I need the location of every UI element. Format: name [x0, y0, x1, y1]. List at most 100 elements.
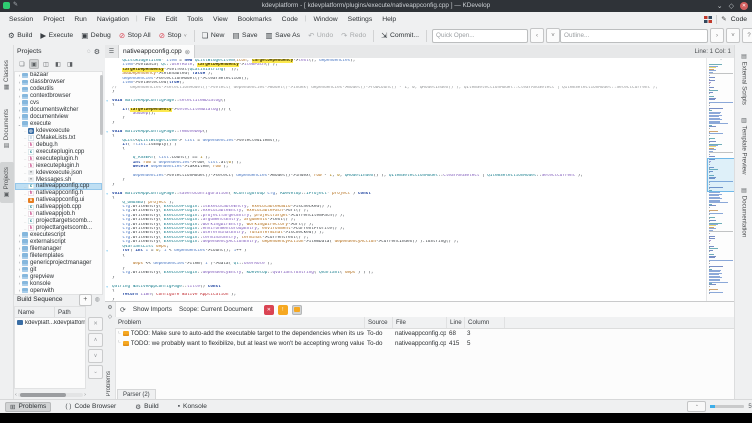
outline-input[interactable] — [560, 28, 708, 43]
filter-left-icon[interactable]: ◧ — [53, 59, 63, 69]
outline-next-button[interactable]: › — [710, 28, 724, 43]
tree-item-executeplugin-cpp[interactable]: ‒ c executeplugin.cpp — [15, 148, 102, 155]
menu-edit[interactable]: Edit — [160, 16, 182, 23]
problem-row[interactable]: └ TODO: Make sure to auto-add the executa… — [115, 329, 735, 339]
tree-item-debug-h[interactable]: ‒ h debug.h — [15, 141, 102, 148]
tree-item-executeplugin-h[interactable]: ‒ h executeplugin.h — [15, 155, 102, 162]
panel-settings-icon[interactable]: ⚙ — [94, 48, 100, 56]
locate-current-document-icon[interactable]: ▣ — [29, 59, 39, 69]
minimize-button[interactable]: ⌄ — [717, 2, 723, 10]
tree-item-filetemplates[interactable]: › filetemplates — [15, 252, 102, 259]
toolbar-button-new[interactable]: ❏ New — [198, 30, 229, 42]
tree-item-contextbrowser[interactable]: › contextbrowser — [15, 93, 102, 100]
code-editor[interactable]: QListWidgetItem* item = new QListWidgetI… — [105, 58, 735, 302]
toolbar-button-redo[interactable]: ↷ Redo — [337, 30, 370, 42]
whats-this-help-button[interactable]: ? — [742, 28, 752, 43]
menu-view[interactable]: View — [208, 16, 233, 23]
menu-file[interactable]: File — [140, 16, 161, 23]
column-column[interactable]: Column — [464, 317, 504, 328]
scrollbar-thumb[interactable] — [19, 393, 66, 397]
problem-row[interactable]: └ TODO: we probably want to flexibilize, … — [115, 339, 735, 349]
filter-right-icon[interactable]: ◨ — [65, 59, 75, 69]
tree-item-bazaar[interactable]: › bazaar — [15, 72, 102, 79]
menu-bookmarks[interactable]: Bookmarks — [233, 16, 277, 23]
tree-item-nativeappconfig-ui[interactable]: ‒ u nativeappconfig.ui — [15, 197, 102, 204]
document-list-icon[interactable]: ☰ — [105, 48, 118, 55]
tree-item-grepview[interactable]: › grepview — [15, 273, 102, 280]
menu-help[interactable]: Help — [377, 16, 401, 23]
build-sequence-hscrollbar[interactable]: ‹ › — [15, 391, 86, 399]
menu-session[interactable]: Session — [4, 16, 38, 23]
toolbar-button-save-as[interactable]: ▥ Save As — [262, 30, 305, 42]
close-button[interactable]: ✕ — [740, 1, 748, 10]
build-sequence-row[interactable]: kdevplatf... kdevplatform — [15, 318, 85, 327]
statusbar-button-code-browser[interactable]: ( ) Code Browser — [60, 402, 121, 411]
tree-item-nativeappjob-h[interactable]: ‒ h nativeappjob.h — [15, 211, 102, 218]
build-sequence-config-icon[interactable]: ◍ — [95, 296, 100, 303]
dock-tab-documentation[interactable]: ▤ Documentation — [737, 187, 751, 237]
filter-hints-icon[interactable] — [291, 304, 302, 315]
scroll-left-icon[interactable]: ‹ — [15, 392, 17, 398]
filter-warnings-icon[interactable]: ! — [277, 304, 288, 315]
panel-float-icon[interactable]: ◇ — [105, 314, 115, 320]
toolbar-button-commit[interactable]: ⇲ Commit... — [377, 30, 423, 42]
menu-project[interactable]: Project — [38, 16, 69, 23]
add-to-build-sequence-button[interactable]: + — [78, 293, 92, 306]
toolbar-button-save[interactable]: ▤ Save — [228, 30, 261, 42]
project-tree-scrollbar[interactable] — [100, 71, 103, 293]
minimap-scroll-up-icon[interactable]: ⌃ — [707, 58, 735, 64]
menu-navigation[interactable]: Navigation — [92, 16, 134, 23]
tree-item-externalscript[interactable]: › externalscript — [15, 239, 102, 246]
tree-item-filemanager[interactable]: › filemanager — [15, 245, 102, 252]
column-file[interactable]: File — [392, 317, 446, 328]
show-imports-button[interactable]: Show Imports — [133, 306, 172, 313]
filter-errors-icon[interactable]: ✕ — [263, 304, 274, 315]
tree-item-classbrowser[interactable]: › classbrowser — [15, 79, 102, 86]
outline-dropdown-button[interactable]: ˅ — [726, 28, 740, 43]
column-source[interactable]: Source — [364, 317, 392, 328]
code-area-button[interactable]: Code — [731, 16, 747, 23]
tree-item-projecttargetscomb[interactable]: ‒ c projecttargetscomb... — [15, 218, 102, 225]
tree-item-kdevexecute[interactable]: ‒ ◎ kdevexecute — [15, 128, 102, 135]
dock-tab-classes[interactable]: ▦ Classes — [0, 55, 14, 96]
menu-tools[interactable]: Tools — [182, 16, 208, 23]
dock-tab-documents[interactable]: ▤ Documents — [0, 104, 14, 154]
menu-run[interactable]: Run — [69, 16, 91, 23]
toolbar-button-build[interactable]: ⚙ Build — [4, 30, 36, 42]
tree-item-executescript[interactable]: › executescript — [15, 232, 102, 239]
refresh-icon[interactable]: ⟳ — [120, 306, 126, 314]
tree-item-genericprojectmanager[interactable]: › genericprojectmanager — [15, 259, 102, 266]
menu-window[interactable]: Window — [308, 16, 342, 23]
toolbar-button-undo[interactable]: ↶ Undo — [304, 30, 337, 42]
tree-item-git[interactable]: › git — [15, 266, 102, 273]
tree-item-projecttargetscomb[interactable]: ‒ h projecttargetscomb... — [15, 225, 102, 232]
tab-close-icon[interactable]: ⊗ — [185, 48, 190, 56]
area-switcher-icon[interactable] — [704, 15, 713, 23]
split-view-icon[interactable]: ◫ — [41, 59, 51, 69]
tree-item-nativeappconfig-h[interactable]: ‒ h nativeappconfig.h — [15, 190, 102, 197]
tree-item-kdevexecute-json[interactable]: ‒» kdevexecute.json — [15, 169, 102, 176]
tree-item-execute[interactable]: ⌄ execute — [15, 121, 102, 128]
column-problem[interactable]: Problem — [115, 317, 364, 328]
tree-item-nativeappconfig-cpp[interactable]: ‒ c nativeappconfig.cpp — [15, 183, 102, 190]
dock-tab-projects[interactable]: ▣ Projects — [0, 161, 14, 203]
minimap-viewport[interactable] — [707, 158, 735, 192]
toolbar-button-stop[interactable]: ⊘ Stop ˅ — [155, 30, 191, 42]
menu-code[interactable]: Code — [277, 16, 303, 23]
tree-item-documentswitcher[interactable]: › documentswitcher — [15, 107, 102, 114]
dock-tab-external-scripts[interactable]: ▤ External Scripts — [737, 53, 751, 105]
move-up-button[interactable]: ∧ — [88, 333, 103, 347]
column-line[interactable]: Line — [446, 317, 464, 328]
tree-item-iexecuteplugin-h[interactable]: ‒ h iexecuteplugin.h — [15, 162, 102, 169]
statusbar-button-build[interactable]: ⚙ Build — [130, 402, 164, 412]
move-down-button[interactable]: ∨ — [88, 349, 103, 363]
panel-detach-icon[interactable]: ◌ — [87, 49, 91, 55]
maximize-button[interactable]: ◇ — [729, 2, 734, 10]
tree-item-cmakelists-txt[interactable]: ‒ ≡ CMakeLists.txt — [15, 134, 102, 141]
menu-settings[interactable]: Settings — [343, 16, 378, 23]
collapse-panel-button[interactable]: ⌃ — [687, 401, 707, 412]
remove-item-button[interactable]: ✕ — [88, 317, 103, 331]
tree-item-documentview[interactable]: › documentview — [15, 114, 102, 121]
move-bottom-button[interactable]: ⌄ — [88, 365, 103, 379]
statusbar-button-konsole[interactable]: ▪ Konsole — [173, 402, 212, 411]
